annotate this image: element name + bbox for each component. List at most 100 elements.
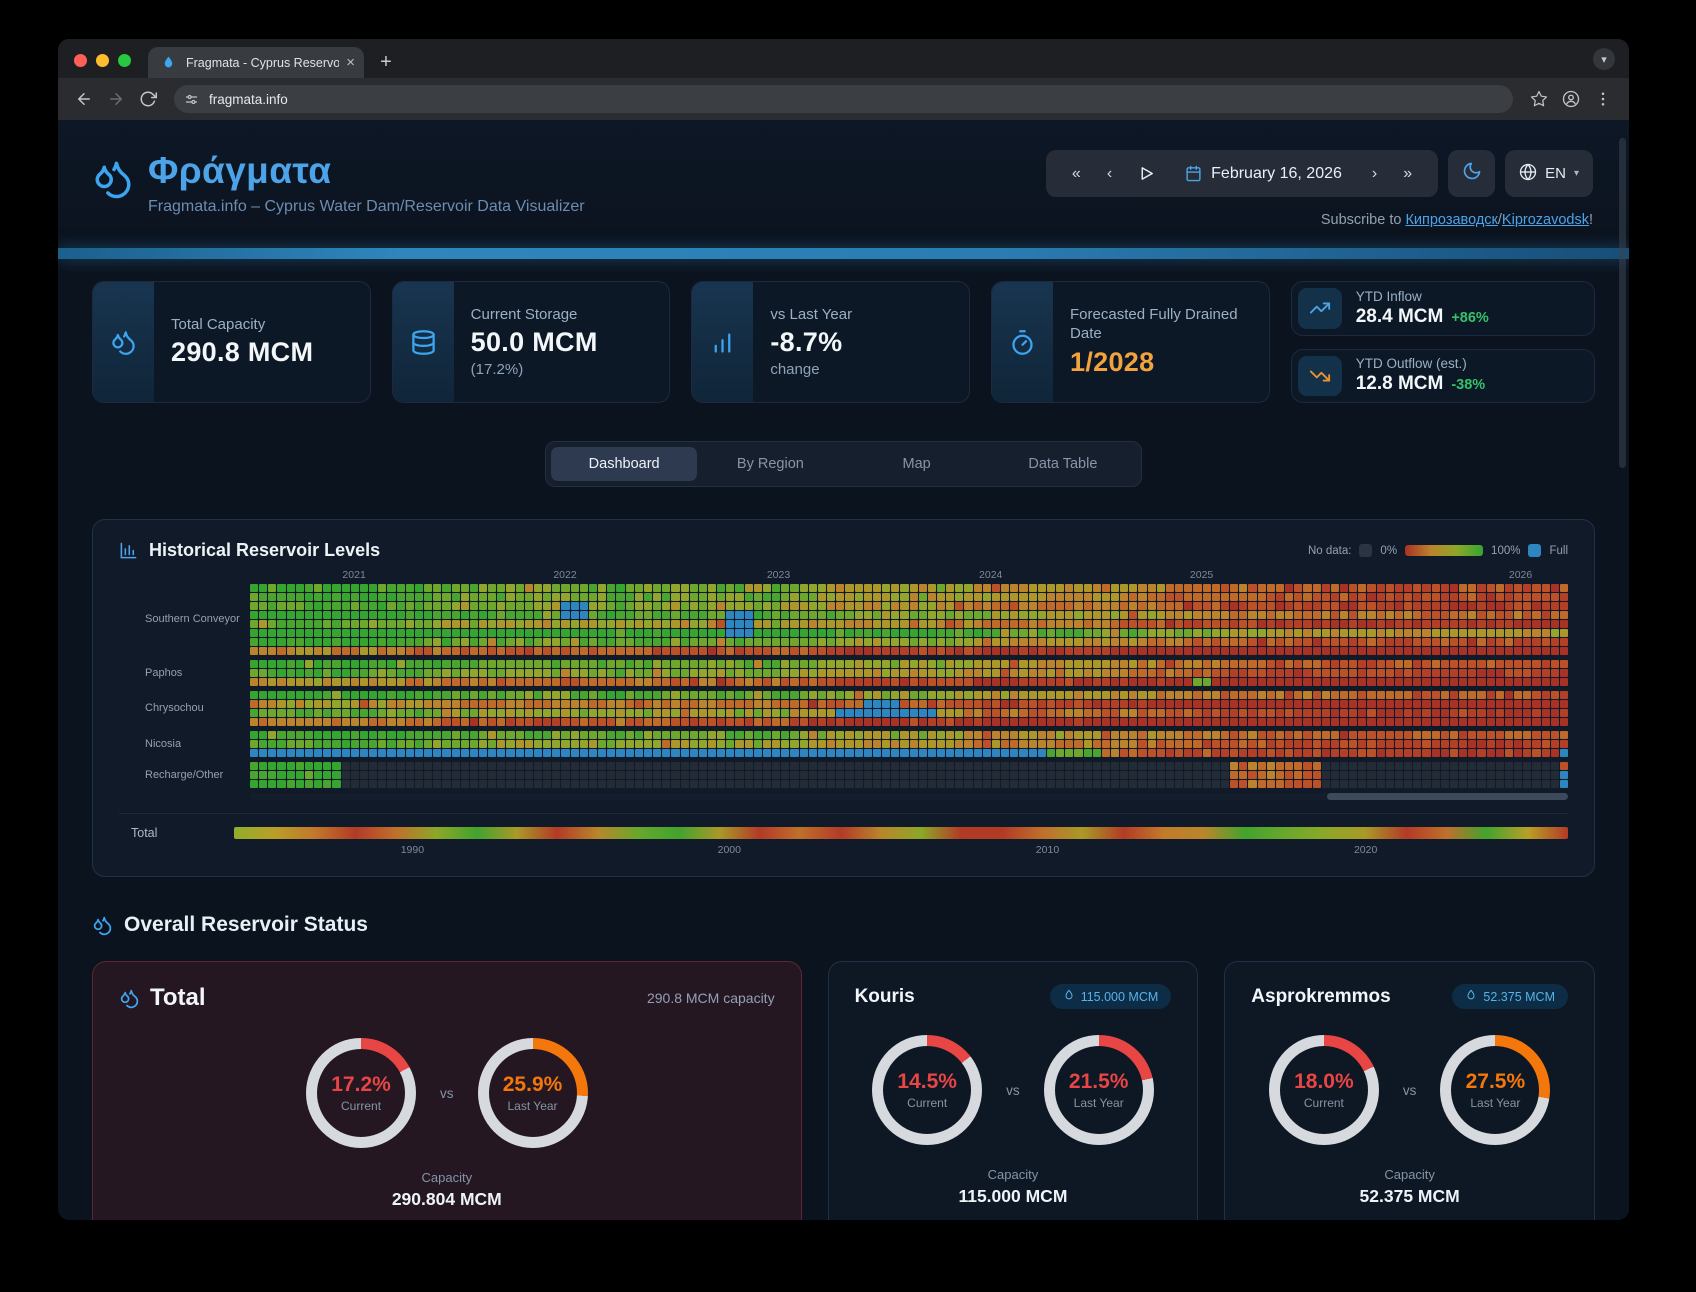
- gauge-last-year: 21.5% Last Year: [1044, 1035, 1154, 1145]
- first-date-button[interactable]: «: [1062, 165, 1091, 183]
- chart-icon: [692, 282, 753, 402]
- subscribe-link-ru[interactable]: Кипрозаводск: [1405, 212, 1497, 228]
- heatmap-group-southern-conveyor: Southern Conveyor: [119, 584, 1568, 655]
- browser-toolbar: fragmata.info: [58, 78, 1629, 120]
- ytd-card-down: YTD Outflow (est.)12.8 MCM-38%: [1291, 349, 1595, 404]
- tab-dashboard[interactable]: Dashboard: [551, 447, 697, 481]
- stat-label: Total Capacity: [171, 316, 353, 335]
- close-window-button[interactable]: [74, 54, 87, 67]
- view-tabs: DashboardBy RegionMapData Table: [545, 441, 1142, 487]
- site-settings-icon[interactable]: [180, 88, 202, 110]
- profile-avatar-icon[interactable]: [1555, 83, 1587, 115]
- heatmap-row-label: Recharge/Other: [119, 762, 250, 788]
- menu-kebab-icon[interactable]: [1587, 83, 1619, 115]
- heatmap-grid: [250, 731, 1568, 757]
- browser-tab[interactable]: Fragmata - Cyprus Reservoir ×: [148, 47, 364, 78]
- capacity-value: 115.000 MCM: [855, 1186, 1172, 1207]
- back-icon[interactable]: [68, 83, 100, 115]
- address-bar[interactable]: fragmata.info: [174, 85, 1513, 113]
- capacity-label: Capacity: [1251, 1167, 1568, 1182]
- tab-by-region[interactable]: By Region: [697, 447, 843, 481]
- page-scrollbar[interactable]: [1619, 138, 1626, 468]
- forward-icon[interactable]: [100, 83, 132, 115]
- tab-data-table[interactable]: Data Table: [990, 447, 1136, 481]
- heatmap-group-paphos: Paphos: [119, 660, 1568, 686]
- heatmap-grid: [250, 762, 1568, 788]
- heatmap-year-axis: 202120222023202420252026: [250, 569, 1568, 584]
- favicon-droplet-icon: [157, 52, 179, 74]
- header-divider: [58, 248, 1629, 259]
- trend-up-icon: [1298, 288, 1342, 329]
- stat-card-vs-last-year: vs Last Year-8.7%change: [691, 281, 970, 403]
- gauge-last-year: 27.5%Last Year: [1440, 1035, 1550, 1145]
- new-tab-button[interactable]: +: [372, 48, 400, 76]
- total-year-label: 2000: [718, 844, 741, 856]
- date-navigator: « ‹ February 16, 2026 ›: [1046, 150, 1438, 197]
- stat-value: 1/2028: [1070, 347, 1252, 378]
- legend-gradient: [1405, 545, 1483, 556]
- total-year-label: 2020: [1354, 844, 1377, 856]
- gauge-current: 14.5%Current: [872, 1035, 982, 1145]
- legend-hundred-label: 100%: [1491, 545, 1520, 557]
- page-content: Φράγματα Fragmata.info – Cyprus Water Da…: [58, 120, 1629, 1220]
- chevron-down-icon: ▾: [1574, 168, 1579, 179]
- gauge-value: 21.5%: [1069, 1070, 1129, 1094]
- gauge-value: 25.9%: [503, 1073, 563, 1097]
- vs-label: vs: [1006, 1083, 1020, 1098]
- heatmap-year-label: 2022: [553, 569, 576, 581]
- gauge-current: 18.0%Current: [1269, 1035, 1379, 1145]
- total-history-strip[interactable]: [234, 827, 1568, 839]
- theme-toggle-button[interactable]: [1448, 150, 1495, 197]
- ytd-delta: +86%: [1451, 310, 1489, 326]
- date-picker[interactable]: February 16, 2026: [1185, 165, 1342, 183]
- timer-icon: [992, 282, 1053, 402]
- tab-close-icon[interactable]: ×: [346, 55, 355, 70]
- heatmap-scrollbar-thumb[interactable]: [1327, 793, 1568, 800]
- trend-down-icon: [1298, 356, 1342, 397]
- ytd-delta: -38%: [1451, 377, 1485, 393]
- desktop: Fragmata - Cyprus Reservoir × + ▾ fragma…: [0, 0, 1696, 1292]
- capacity-badge: 115.000 MCM: [1050, 984, 1172, 1009]
- zoom-window-button[interactable]: [118, 54, 131, 67]
- capacity-label: Capacity: [855, 1167, 1172, 1182]
- gauge-current: 17.2%Current: [306, 1038, 416, 1148]
- tab-search-chevron-icon[interactable]: ▾: [1593, 48, 1615, 70]
- gauge-value: 18.0%: [1294, 1070, 1354, 1094]
- language-selector[interactable]: EN ▾: [1505, 150, 1593, 197]
- play-button[interactable]: [1128, 165, 1165, 182]
- next-date-button[interactable]: ›: [1362, 165, 1387, 183]
- total-row-label: Total: [119, 826, 234, 840]
- tab-map[interactable]: Map: [844, 447, 990, 481]
- reservoir-name: Asprokremmos: [1251, 986, 1390, 1008]
- database-icon: [393, 282, 454, 402]
- stat-card-total-capacity: Total Capacity 290.8 MCM: [92, 281, 371, 403]
- total-year-label: 1990: [401, 844, 424, 856]
- subscribe-line: Subscribe to Кипрозаводск/Kiprozavodsk!: [1321, 212, 1593, 228]
- gauge-label: Last Year: [1069, 1096, 1129, 1110]
- language-label: EN: [1545, 165, 1566, 182]
- minimize-window-button[interactable]: [96, 54, 109, 67]
- droplets-icon: [93, 282, 154, 402]
- bookmark-star-icon[interactable]: [1523, 83, 1555, 115]
- heatmap-year-label: 2021: [342, 569, 365, 581]
- bar-chart-icon: [119, 541, 138, 560]
- status-card-kouris: Kouris 115.000 MCM 14.5%Current vs 21.5% Last…: [828, 961, 1199, 1220]
- capacity-badge: 52.375 MCM: [1452, 984, 1568, 1009]
- previous-date-button[interactable]: ‹: [1097, 165, 1122, 183]
- reservoir-name: Kouris: [855, 986, 915, 1008]
- panel-title: Historical Reservoir Levels: [119, 540, 380, 561]
- legend-zero-label: 0%: [1380, 545, 1397, 557]
- capacity-label: Capacity: [119, 1170, 775, 1185]
- stat-sub: change: [770, 361, 952, 378]
- capacity-value: 290.804 MCM: [119, 1189, 775, 1210]
- heatmap-group-nicosia: Nicosia: [119, 731, 1568, 757]
- last-date-button[interactable]: »: [1393, 165, 1422, 183]
- stat-value: 290.8 MCM: [171, 337, 353, 368]
- subscribe-link-en[interactable]: Kiprozavodsk: [1502, 212, 1589, 228]
- reservoir-heatmap[interactable]: 202120222023202420252026 Southern Convey…: [119, 569, 1568, 800]
- reload-icon[interactable]: [132, 83, 164, 115]
- droplet-icon: [1465, 989, 1477, 1004]
- window-controls: [74, 54, 131, 67]
- brand: Φράγματα Fragmata.info – Cyprus Water Da…: [92, 150, 585, 228]
- moon-icon: [1462, 161, 1482, 186]
